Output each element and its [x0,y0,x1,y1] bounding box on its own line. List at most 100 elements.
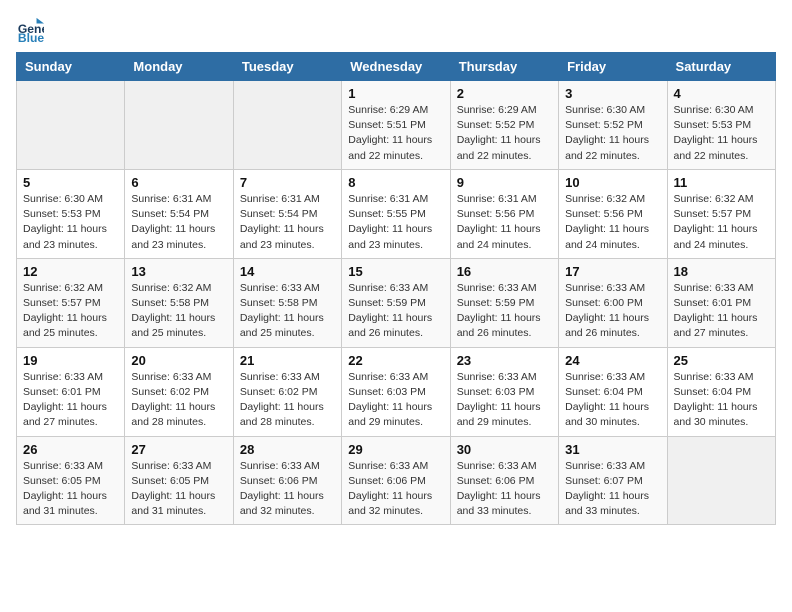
calendar-cell: 12Sunrise: 6:32 AM Sunset: 5:57 PM Dayli… [17,258,125,347]
day-info: Sunrise: 6:30 AM Sunset: 5:53 PM Dayligh… [23,192,118,253]
day-header-wednesday: Wednesday [342,53,450,81]
day-info: Sunrise: 6:32 AM Sunset: 5:56 PM Dayligh… [565,192,660,253]
logo: General Blue [16,16,48,44]
day-info: Sunrise: 6:33 AM Sunset: 6:06 PM Dayligh… [240,459,335,520]
calendar-cell: 1 Sunrise: 6:29 AM Sunset: 5:51 PM Daylig… [342,81,450,170]
day-number: 15 [348,264,443,279]
day-number: 27 [131,442,226,457]
day-number: 31 [565,442,660,457]
day-info: Sunrise: 6:33 AM Sunset: 6:04 PM Dayligh… [674,370,769,431]
day-number: 5 [23,175,118,190]
calendar-cell [233,81,341,170]
calendar-cell: 14Sunrise: 6:33 AM Sunset: 5:58 PM Dayli… [233,258,341,347]
calendar-cell: 13 Sunrise: 6:32 AM Sunset: 5:58 PM Dayli… [125,258,233,347]
day-number: 11 [674,175,769,190]
calendar-cell: 11Sunrise: 6:32 AM Sunset: 5:57 PM Dayli… [667,169,775,258]
day-info: Sunrise: 6:32 AM Sunset: 5:57 PM Dayligh… [23,281,118,342]
day-number: 17 [565,264,660,279]
logo-icon: General Blue [16,16,44,44]
calendar-cell: 31 Sunrise: 6:33 AM Sunset: 6:07 PM Dayli… [559,436,667,525]
day-number: 25 [674,353,769,368]
day-number: 20 [131,353,226,368]
day-info: Sunrise: 6:31 AM Sunset: 5:56 PM Dayligh… [457,192,552,253]
day-number: 24 [565,353,660,368]
svg-text:Blue: Blue [18,31,44,44]
day-header-friday: Friday [559,53,667,81]
day-header-monday: Monday [125,53,233,81]
calendar-cell: 9Sunrise: 6:31 AM Sunset: 5:56 PM Daylig… [450,169,558,258]
day-number: 1 [348,86,443,101]
calendar-cell: 30 Sunrise: 6:33 AM Sunset: 6:06 PM Dayli… [450,436,558,525]
calendar-cell: 10 Sunrise: 6:32 AM Sunset: 5:56 PM Dayli… [559,169,667,258]
calendar-table: SundayMondayTuesdayWednesdayThursdayFrid… [16,52,776,525]
day-info: Sunrise: 6:33 AM Sunset: 6:06 PM Dayligh… [348,459,443,520]
day-number: 8 [348,175,443,190]
calendar-cell: 28 Sunrise: 6:33 AM Sunset: 6:06 PM Dayli… [233,436,341,525]
day-number: 14 [240,264,335,279]
calendar-cell: 20 Sunrise: 6:33 AM Sunset: 6:02 PM Dayli… [125,347,233,436]
calendar-week-row: 19Sunrise: 6:33 AM Sunset: 6:01 PM Dayli… [17,347,776,436]
calendar-cell: 27Sunrise: 6:33 AM Sunset: 6:05 PM Dayli… [125,436,233,525]
day-info: Sunrise: 6:30 AM Sunset: 5:53 PM Dayligh… [674,103,769,164]
calendar-cell: 2 Sunrise: 6:29 AM Sunset: 5:52 PM Daylig… [450,81,558,170]
day-info: Sunrise: 6:33 AM Sunset: 6:02 PM Dayligh… [131,370,226,431]
day-info: Sunrise: 6:31 AM Sunset: 5:54 PM Dayligh… [131,192,226,253]
day-number: 23 [457,353,552,368]
day-number: 16 [457,264,552,279]
day-number: 18 [674,264,769,279]
calendar-cell: 22 Sunrise: 6:33 AM Sunset: 6:03 PM Dayli… [342,347,450,436]
day-info: Sunrise: 6:31 AM Sunset: 5:55 PM Dayligh… [348,192,443,253]
day-number: 22 [348,353,443,368]
calendar-cell: 26Sunrise: 6:33 AM Sunset: 6:05 PM Dayli… [17,436,125,525]
day-info: Sunrise: 6:29 AM Sunset: 5:52 PM Dayligh… [457,103,552,164]
day-number: 28 [240,442,335,457]
calendar-cell: 24Sunrise: 6:33 AM Sunset: 6:04 PM Dayli… [559,347,667,436]
calendar-cell [125,81,233,170]
day-number: 26 [23,442,118,457]
day-number: 10 [565,175,660,190]
calendar-cell: 16 Sunrise: 6:33 AM Sunset: 5:59 PM Dayli… [450,258,558,347]
day-number: 7 [240,175,335,190]
day-number: 29 [348,442,443,457]
calendar-cell: 21 Sunrise: 6:33 AM Sunset: 6:02 PM Dayli… [233,347,341,436]
day-number: 13 [131,264,226,279]
day-info: Sunrise: 6:32 AM Sunset: 5:58 PM Dayligh… [131,281,226,342]
calendar-cell: 18 Sunrise: 6:33 AM Sunset: 6:01 PM Dayli… [667,258,775,347]
calendar-cell: 19Sunrise: 6:33 AM Sunset: 6:01 PM Dayli… [17,347,125,436]
day-number: 6 [131,175,226,190]
day-header-saturday: Saturday [667,53,775,81]
day-number: 3 [565,86,660,101]
calendar-cell: 4 Sunrise: 6:30 AM Sunset: 5:53 PM Daylig… [667,81,775,170]
calendar-cell: 25 Sunrise: 6:33 AM Sunset: 6:04 PM Dayli… [667,347,775,436]
day-info: Sunrise: 6:33 AM Sunset: 5:59 PM Dayligh… [457,281,552,342]
day-header-sunday: Sunday [17,53,125,81]
day-info: Sunrise: 6:30 AM Sunset: 5:52 PM Dayligh… [565,103,660,164]
calendar-cell: 17Sunrise: 6:33 AM Sunset: 6:00 PM Dayli… [559,258,667,347]
day-info: Sunrise: 6:33 AM Sunset: 6:03 PM Dayligh… [457,370,552,431]
calendar-cell: 23 Sunrise: 6:33 AM Sunset: 6:03 PM Dayli… [450,347,558,436]
day-info: Sunrise: 6:33 AM Sunset: 6:07 PM Dayligh… [565,459,660,520]
page-header: General Blue [16,16,776,44]
calendar-week-row: 5 Sunrise: 6:30 AM Sunset: 5:53 PM Daylig… [17,169,776,258]
calendar-week-row: 26Sunrise: 6:33 AM Sunset: 6:05 PM Dayli… [17,436,776,525]
day-info: Sunrise: 6:33 AM Sunset: 6:06 PM Dayligh… [457,459,552,520]
day-number: 30 [457,442,552,457]
calendar-cell [667,436,775,525]
day-header-tuesday: Tuesday [233,53,341,81]
calendar-cell: 7Sunrise: 6:31 AM Sunset: 5:54 PM Daylig… [233,169,341,258]
day-info: Sunrise: 6:33 AM Sunset: 5:59 PM Dayligh… [348,281,443,342]
day-number: 19 [23,353,118,368]
calendar-cell: 15 Sunrise: 6:33 AM Sunset: 5:59 PM Dayli… [342,258,450,347]
day-number: 2 [457,86,552,101]
day-info: Sunrise: 6:29 AM Sunset: 5:51 PM Dayligh… [348,103,443,164]
calendar-cell: 8 Sunrise: 6:31 AM Sunset: 5:55 PM Daylig… [342,169,450,258]
calendar-cell: 3 Sunrise: 6:30 AM Sunset: 5:52 PM Daylig… [559,81,667,170]
day-info: Sunrise: 6:33 AM Sunset: 6:02 PM Dayligh… [240,370,335,431]
day-number: 21 [240,353,335,368]
calendar-cell [17,81,125,170]
day-number: 4 [674,86,769,101]
calendar-cell: 5 Sunrise: 6:30 AM Sunset: 5:53 PM Daylig… [17,169,125,258]
day-info: Sunrise: 6:33 AM Sunset: 6:01 PM Dayligh… [674,281,769,342]
calendar-week-row: 1 Sunrise: 6:29 AM Sunset: 5:51 PM Daylig… [17,81,776,170]
day-info: Sunrise: 6:33 AM Sunset: 6:03 PM Dayligh… [348,370,443,431]
